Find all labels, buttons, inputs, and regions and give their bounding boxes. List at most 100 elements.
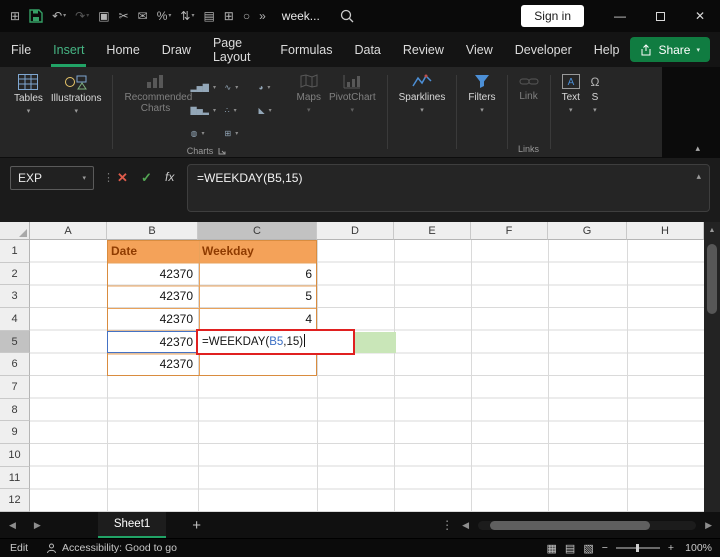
sort-caret[interactable]: ▾ <box>191 13 194 19</box>
col-header-H[interactable]: H <box>627 222 704 240</box>
sheet-tab-sheet1[interactable]: Sheet1 <box>97 512 167 538</box>
row-header-10[interactable]: 10 <box>0 444 30 467</box>
tables-button[interactable]: Tables ▾ <box>10 74 47 115</box>
horizontal-scroll-thumb[interactable] <box>490 520 651 530</box>
zoom-out-button[interactable]: − <box>602 542 608 554</box>
col-header-F[interactable]: F <box>471 222 548 240</box>
sort-icon[interactable]: ⇅ ▾ <box>180 10 194 22</box>
filters-button[interactable]: Filters ▾ <box>464 74 499 114</box>
row-header-4[interactable]: 4 <box>0 308 30 331</box>
table-icon[interactable]: ⊞ <box>224 10 234 22</box>
maximize-button[interactable] <box>640 0 680 32</box>
hscroll-left-icon[interactable]: ◀ <box>462 520 469 531</box>
cell-B6[interactable]: 42370 <box>107 353 198 376</box>
column-chart-icon[interactable]: ▂▅▇ ▾ <box>190 76 224 99</box>
row-header-2[interactable]: 2 <box>0 262 30 286</box>
zoom-slider[interactable] <box>615 544 660 552</box>
tab-page-layout[interactable]: Page Layout <box>202 32 269 67</box>
col-header-A[interactable]: A <box>30 222 107 240</box>
row-header-9[interactable]: 9 <box>0 421 30 445</box>
col-header-G[interactable]: G <box>548 222 627 240</box>
accessibility-status[interactable]: Accessibility: Good to go <box>46 542 177 554</box>
row-header-1[interactable]: 1 <box>0 240 30 263</box>
prev-sheet-icon[interactable]: ◀ <box>0 520 25 531</box>
cut-icon[interactable]: ✂ <box>119 10 129 22</box>
cell-C3[interactable]: 5 <box>198 285 317 308</box>
scroll-up-icon[interactable]: ▲ <box>704 222 720 238</box>
horizontal-scrollbar[interactable] <box>478 520 697 530</box>
mail-icon[interactable]: ✉ <box>138 10 148 22</box>
tab-formulas[interactable]: Formulas <box>269 32 343 67</box>
cell-C2[interactable]: 6 <box>198 263 317 286</box>
col-header-E[interactable]: E <box>394 222 471 240</box>
copy-icon[interactable]: ▣ <box>98 10 109 22</box>
sparklines-button[interactable]: Sparklines ▾ <box>395 74 450 114</box>
camera-icon[interactable]: ○ <box>243 10 250 22</box>
cancel-entry-button[interactable]: ✕ <box>117 170 128 186</box>
collapse-ribbon-icon[interactable]: ▴ <box>695 143 700 154</box>
zoom-in-button[interactable]: + <box>668 542 674 554</box>
col-header-B[interactable]: B <box>107 222 198 240</box>
document-icon[interactable]: ▤ <box>203 10 214 22</box>
row-header-8[interactable]: 8 <box>0 398 30 422</box>
cell-B4[interactable]: 42370 <box>107 308 198 331</box>
save-icon[interactable] <box>29 9 43 23</box>
select-all-corner[interactable] <box>0 222 30 240</box>
name-box[interactable]: EXP ▾ <box>10 166 94 190</box>
zoom-percentage[interactable]: 100% <box>682 542 712 554</box>
formula-bar-grip-icon[interactable]: ⋮ <box>103 171 115 184</box>
row-header-12[interactable]: 12 <box>0 489 30 513</box>
scatter-chart-icon[interactable]: ∴ ▾ <box>224 99 258 122</box>
symbols-button-partial[interactable]: Ω S ▾ <box>584 74 606 114</box>
share-button[interactable]: Share ▾ <box>630 37 710 62</box>
combo-chart-icon[interactable]: ⊞ ▾ <box>224 122 258 145</box>
page-layout-view-icon[interactable]: ▤ <box>565 542 575 555</box>
apps-grid-icon[interactable]: ⊞ <box>10 10 20 22</box>
charts-dialog-launcher-icon[interactable] <box>218 147 226 155</box>
add-sheet-button[interactable]: + <box>192 517 201 534</box>
zoom-slider-thumb[interactable] <box>635 544 639 552</box>
vertical-scrollbar[interactable]: ▲ <box>704 222 720 512</box>
row-header-7[interactable]: 7 <box>0 376 30 399</box>
illustrations-button[interactable]: Illustrations ▾ <box>47 74 106 115</box>
toolbar-overflow-icon[interactable]: » <box>259 10 266 22</box>
minimize-button[interactable]: — <box>600 0 640 32</box>
sign-in-button[interactable]: Sign in <box>521 5 584 27</box>
pie-chart-icon[interactable]: ◕ ▾ <box>258 76 292 99</box>
cell-B1[interactable]: Date <box>107 240 198 263</box>
sheet-bar-menu-icon[interactable]: ⋮ <box>441 518 453 532</box>
close-button[interactable]: ✕ <box>680 0 720 32</box>
vertical-scroll-thumb[interactable] <box>707 244 717 314</box>
col-header-D[interactable]: D <box>317 222 394 240</box>
tab-review[interactable]: Review <box>392 32 455 67</box>
text-button[interactable]: A Text ▾ <box>558 74 584 114</box>
cell-B3[interactable]: 42370 <box>107 285 198 308</box>
row-header-6[interactable]: 6 <box>0 353 30 377</box>
percent-caret[interactable]: ▾ <box>168 13 171 19</box>
search-icon[interactable] <box>340 9 354 23</box>
normal-view-icon[interactable]: ▦ <box>547 542 557 555</box>
bar-chart-icon[interactable]: ▇▅▂ ▾ <box>190 99 224 122</box>
undo-icon[interactable]: ↶ ▾ <box>52 10 66 22</box>
line-chart-icon[interactable]: ∿ ▾ <box>224 76 258 99</box>
tab-data[interactable]: Data <box>343 32 391 67</box>
cell-C1[interactable]: Weekday <box>198 240 317 263</box>
undo-dropdown-caret[interactable]: ▾ <box>63 13 66 19</box>
page-break-view-icon[interactable]: ▧ <box>583 542 593 555</box>
collapse-formula-bar-icon[interactable]: ▴ <box>696 171 701 182</box>
accept-entry-button[interactable]: ✓ <box>141 170 152 186</box>
col-header-C[interactable]: C <box>198 222 317 240</box>
cell-C4[interactable]: 4 <box>198 308 317 331</box>
cells-area[interactable]: Date Weekday 42370 6 42370 5 42370 4 423… <box>30 240 704 512</box>
tab-help[interactable]: Help <box>583 32 631 67</box>
next-sheet-icon[interactable]: ▶ <box>25 520 50 531</box>
name-box-caret-icon[interactable]: ▾ <box>82 174 86 182</box>
tab-developer[interactable]: Developer <box>504 32 583 67</box>
tab-insert[interactable]: Insert <box>42 32 95 67</box>
tab-draw[interactable]: Draw <box>151 32 202 67</box>
row-header-3[interactable]: 3 <box>0 285 30 309</box>
row-header-5[interactable]: 5 <box>0 330 30 354</box>
hscroll-right-icon[interactable]: ▶ <box>705 520 712 531</box>
insert-function-button[interactable]: fx <box>165 170 174 184</box>
tab-home[interactable]: Home <box>95 32 150 67</box>
